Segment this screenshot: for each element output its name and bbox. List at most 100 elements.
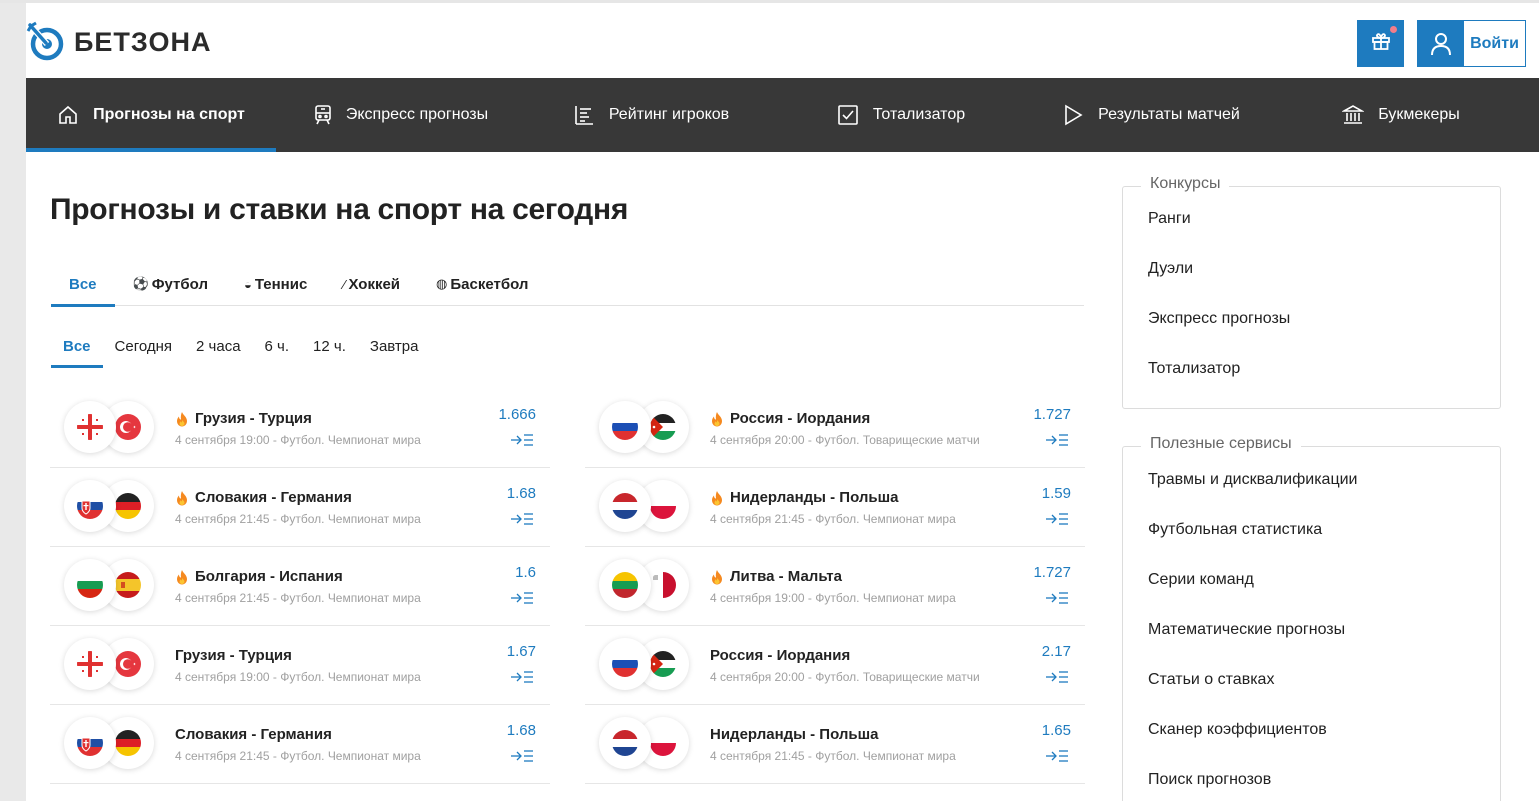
logo-icon <box>26 21 68 63</box>
match-teams-label: Словакия - Германия <box>175 726 332 743</box>
user-icon <box>1418 21 1464 66</box>
gift-button[interactable] <box>1357 20 1404 67</box>
go-to-forecast-icon[interactable] <box>510 433 534 452</box>
services-title: Полезные сервисы <box>1141 435 1301 453</box>
match-row[interactable]: Нидерланды - Польша 4 сентября 21:45 - Фу… <box>585 705 1085 784</box>
flag-netherlands-icon <box>599 717 651 769</box>
sport-tab-2[interactable]: ◒ Теннис <box>226 262 325 306</box>
match-odd[interactable]: 1.727 <box>1033 564 1071 581</box>
sport-tab-0[interactable]: Все <box>51 262 115 307</box>
time-tabs: Все Сегодня 2 часа 6 ч. 12 ч. Завтра <box>51 324 431 368</box>
match-teams: Словакия - Германия <box>175 726 332 743</box>
nav-item-label: Прогнозы на спорт <box>93 106 245 123</box>
match-odd[interactable]: 1.67 <box>507 643 536 660</box>
sidebar-link[interactable]: Футбольная статистика <box>1123 505 1500 555</box>
match-row[interactable]: Россия - Иордания 4 сентября 20:00 - Футб… <box>585 389 1085 468</box>
go-to-forecast-icon[interactable] <box>1045 512 1069 531</box>
match-odd[interactable]: 2.17 <box>1042 643 1071 660</box>
list-icon <box>573 104 595 126</box>
match-row[interactable]: Словакия - Германия 4 сентября 21:45 - Фу… <box>50 705 550 784</box>
time-tab-1[interactable]: Сегодня <box>103 324 185 368</box>
match-row[interactable]: Россия - Иордания 4 сентября 20:00 - Футб… <box>585 626 1085 705</box>
sidebar-link[interactable]: Серии команд <box>1123 555 1500 605</box>
fire-icon <box>175 411 189 427</box>
tennis-ball-icon: ◒ <box>243 276 252 292</box>
sport-tab-label: Баскетбол <box>450 275 529 293</box>
match-flags <box>64 638 154 690</box>
header: БЕТЗОНА Войти <box>26 3 1539 78</box>
nav-item-label: Рейтинг игроков <box>608 106 730 123</box>
match-row[interactable]: Грузия - Турция 4 сентября 19:00 - Футбол… <box>50 626 550 705</box>
sidebar-link[interactable]: Математические прогнозы <box>1123 605 1500 655</box>
sidebar-link[interactable]: Поиск прогнозов <box>1123 755 1500 801</box>
match-meta: 4 сентября 21:45 - Футбол. Чемпионат мир… <box>175 749 421 763</box>
match-teams: Грузия - Турция <box>175 647 292 664</box>
go-to-forecast-icon[interactable] <box>510 512 534 531</box>
login-button[interactable]: Войти <box>1417 20 1526 67</box>
home-icon <box>57 104 79 126</box>
go-to-forecast-icon[interactable] <box>510 670 534 689</box>
services-box: Полезные сервисы Травмы и дисквалификаци… <box>1122 435 1501 801</box>
go-to-forecast-icon[interactable] <box>1045 433 1069 452</box>
sidebar-link[interactable]: Тотализатор <box>1123 344 1500 394</box>
flag-netherlands-icon <box>599 480 651 532</box>
sport-tab-3[interactable]: ⁄ Хоккей <box>325 262 418 306</box>
nav-item-2[interactable]: Рейтинг игроков <box>526 78 776 152</box>
sport-tabs: Все ⚽ Футбол ◒ Теннис ⁄ Хоккей ◍ Баскетбол <box>51 262 1084 307</box>
fire-icon <box>175 569 189 585</box>
match-odd[interactable]: 1.6 <box>515 564 536 581</box>
match-odd[interactable]: 1.59 <box>1042 485 1071 502</box>
go-to-forecast-icon[interactable] <box>1045 591 1069 610</box>
fire-icon <box>710 411 724 427</box>
match-flags <box>599 480 689 532</box>
login-label: Войти <box>1470 34 1519 52</box>
match-row[interactable]: Словакия - Германия 4 сентября 21:45 - Фу… <box>50 468 550 547</box>
nav-item-0[interactable]: Прогнозы на спорт <box>26 78 276 152</box>
match-odd[interactable]: 1.727 <box>1033 406 1071 423</box>
time-tab-4[interactable]: 12 ч. <box>301 324 358 368</box>
sidebar-link[interactable]: Статьи о ставках <box>1123 655 1500 705</box>
go-to-forecast-icon[interactable] <box>1045 670 1069 689</box>
sport-tab-4[interactable]: ◍ Баскетбол <box>418 262 546 306</box>
match-meta: 4 сентября 19:00 - Футбол. Чемпионат мир… <box>175 433 421 447</box>
match-odd[interactable]: 1.68 <box>507 722 536 739</box>
time-tab-3[interactable]: 6 ч. <box>253 324 302 368</box>
sport-tab-1[interactable]: ⚽ Футбол <box>115 262 226 306</box>
time-tab-2[interactable]: 2 часа <box>184 324 253 368</box>
nav-item-4[interactable]: Результаты матчей <box>1026 78 1276 152</box>
logo[interactable]: БЕТЗОНА <box>26 21 211 63</box>
sport-tab-label: Все <box>69 275 97 293</box>
match-odd[interactable]: 1.65 <box>1042 722 1071 739</box>
nav-item-label: Тотализатор <box>872 106 966 123</box>
nav-item-label: Результаты матчей <box>1098 106 1240 123</box>
nav-item-1[interactable]: Экспресс прогнозы <box>276 78 526 152</box>
nav-item-3[interactable]: Тотализатор <box>776 78 1026 152</box>
match-row[interactable]: Грузия - Турция 4 сентября 19:00 - Футбол… <box>50 389 550 468</box>
nav-item-5[interactable]: Букмекеры <box>1276 78 1526 152</box>
match-teams: Грузия - Турция <box>175 410 312 427</box>
sport-tab-label: Футбол <box>151 275 208 293</box>
sidebar-link[interactable]: Дуэли <box>1123 244 1500 294</box>
match-odd[interactable]: 1.68 <box>507 485 536 502</box>
time-tab-5[interactable]: Завтра <box>358 324 431 368</box>
time-tab-0[interactable]: Все <box>51 324 103 368</box>
checkbox-icon <box>837 104 859 126</box>
match-odd[interactable]: 1.666 <box>498 406 536 423</box>
match-row[interactable]: Нидерланды - Польша 4 сентября 21:45 - Фу… <box>585 468 1085 547</box>
match-row[interactable]: Литва - Мальта 4 сентября 19:00 - Футбол.… <box>585 547 1085 626</box>
match-teams-label: Литва - Мальта <box>730 568 842 585</box>
flag-georgia-icon <box>64 401 116 453</box>
gift-icon <box>1371 31 1391 56</box>
matches-left-column: Грузия - Турция 4 сентября 19:00 - Футбол… <box>50 389 550 784</box>
match-flags <box>599 717 689 769</box>
go-to-forecast-icon[interactable] <box>1045 749 1069 768</box>
sidebar-link[interactable]: Экспресс прогнозы <box>1123 294 1500 344</box>
go-to-forecast-icon[interactable] <box>510 749 534 768</box>
match-row[interactable]: Болгария - Испания 4 сентября 21:45 - Фут… <box>50 547 550 626</box>
sidebar-link[interactable]: Травмы и дисквалификации <box>1123 455 1500 505</box>
contests-box: Конкурсы Ранги Дуэли Экспресс прогнозы Тота… <box>1122 175 1501 409</box>
match-teams: Нидерланды - Польша <box>710 489 898 506</box>
go-to-forecast-icon[interactable] <box>510 591 534 610</box>
sidebar-link[interactable]: Сканер коэффициентов <box>1123 705 1500 755</box>
sidebar-link[interactable]: Ранги <box>1123 194 1500 244</box>
